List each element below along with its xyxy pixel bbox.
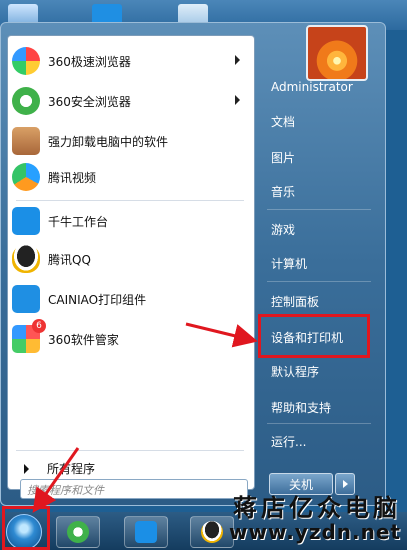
- program-label: 360极速浏览器: [48, 54, 131, 69]
- uninstall-icon: [12, 127, 40, 155]
- menu-default-programs[interactable]: 默认程序: [263, 357, 375, 385]
- taskbar-qq[interactable]: [190, 516, 234, 548]
- notification-badge: 6: [32, 319, 46, 333]
- qianniu-icon: [135, 521, 157, 543]
- program-360-speed-browser[interactable]: 360极速浏览器: [12, 44, 248, 78]
- program-label: 腾讯QQ: [48, 252, 91, 267]
- program-cainiao-print[interactable]: CAINIAO打印组件: [12, 282, 248, 316]
- menu-music[interactable]: 音乐: [263, 177, 375, 205]
- run-label: 运行...: [271, 434, 307, 449]
- music-label: 音乐: [271, 184, 296, 199]
- program-360-software-manager[interactable]: 6 360软件管家: [12, 319, 248, 356]
- tencent-video-icon: [12, 163, 40, 191]
- default-programs-label: 默认程序: [271, 364, 320, 379]
- program-360-safe-browser[interactable]: 360安全浏览器: [12, 84, 248, 118]
- search-input[interactable]: 搜索程序和文件: [20, 479, 248, 499]
- user-name-label: Administrator: [271, 80, 353, 94]
- 360-browser-icon: [67, 521, 89, 543]
- help-and-support-label: 帮助和支持: [271, 400, 332, 415]
- menu-user-name[interactable]: Administrator: [263, 73, 375, 101]
- program-label: 千牛工作台: [48, 214, 109, 229]
- program-label: 360软件管家: [48, 332, 119, 347]
- menu-control-panel[interactable]: 控制面板: [263, 287, 375, 315]
- chevron-right-icon: [343, 480, 348, 488]
- all-programs-label: 所有程序: [47, 462, 96, 476]
- menu-games[interactable]: 游戏: [263, 215, 375, 243]
- program-label: 360安全浏览器: [48, 94, 131, 109]
- submenu-arrow-icon[interactable]: [235, 95, 240, 105]
- taskbar-qianniu[interactable]: [124, 516, 168, 548]
- menu-run[interactable]: 运行...: [263, 427, 375, 455]
- program-qq[interactable]: 腾讯QQ: [12, 242, 248, 276]
- highlight-box-devices: [258, 314, 370, 358]
- separator: [267, 281, 371, 282]
- watermark-title: 蒋店亿众电脑: [233, 493, 401, 522]
- control-panel-label: 控制面板: [271, 294, 320, 309]
- qq-penguin-icon: [201, 521, 223, 543]
- 360-safe-browser-icon: [12, 87, 40, 115]
- start-menu: 360极速浏览器 360安全浏览器 强力卸载电脑中的软件 腾讯视频 千牛工作台 …: [0, 22, 386, 506]
- separator: [267, 209, 371, 210]
- qq-penguin-icon: [12, 245, 40, 273]
- separator: [16, 200, 244, 201]
- program-label: 腾讯视频: [48, 170, 97, 185]
- menu-computer[interactable]: 计算机: [263, 249, 375, 277]
- search-placeholder: 搜索程序和文件: [27, 484, 104, 497]
- program-label: CAINIAO打印组件: [48, 292, 147, 307]
- separator: [16, 450, 244, 451]
- watermark-url: www.yzdn.net: [229, 520, 401, 544]
- 360-speed-browser-icon: [12, 47, 40, 75]
- games-label: 游戏: [271, 222, 296, 237]
- qianniu-icon: [12, 207, 40, 235]
- program-uninstall[interactable]: 强力卸载电脑中的软件: [12, 124, 248, 158]
- cainiao-print-icon: [12, 285, 40, 313]
- program-qianniu[interactable]: 千牛工作台: [12, 204, 248, 238]
- expand-arrow-icon: [24, 463, 29, 474]
- programs-pane: 360极速浏览器 360安全浏览器 强力卸载电脑中的软件 腾讯视频 千牛工作台 …: [7, 35, 255, 490]
- program-tencent-video[interactable]: 腾讯视频: [12, 160, 248, 194]
- menu-documents[interactable]: 文档: [263, 107, 375, 135]
- highlight-box-start: [2, 506, 50, 550]
- taskbar-360-browser[interactable]: [56, 516, 100, 548]
- separator: [267, 423, 371, 424]
- 360-software-manager-icon: 6: [12, 319, 46, 353]
- menu-pictures[interactable]: 图片: [263, 143, 375, 171]
- all-programs-button[interactable]: 所有程序: [14, 460, 95, 477]
- submenu-arrow-icon[interactable]: [235, 55, 240, 65]
- program-label: 强力卸载电脑中的软件: [48, 134, 169, 149]
- documents-label: 文档: [271, 114, 296, 129]
- pictures-label: 图片: [271, 150, 296, 165]
- computer-label: 计算机: [271, 256, 308, 271]
- menu-help-and-support[interactable]: 帮助和支持: [263, 393, 375, 421]
